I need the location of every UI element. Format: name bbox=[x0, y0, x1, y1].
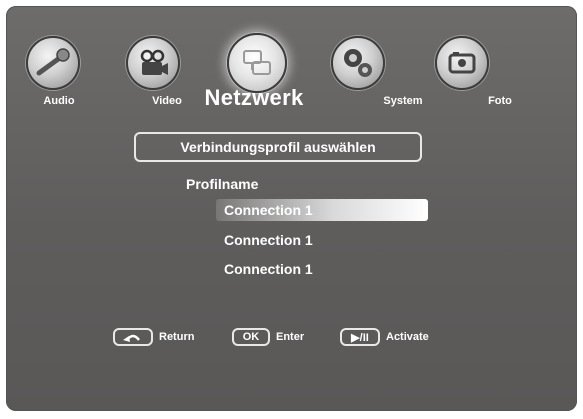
enter-hint: OK Enter bbox=[232, 326, 304, 348]
microphone-icon bbox=[36, 48, 70, 76]
return-hint: Return bbox=[113, 326, 194, 348]
enter-label: Enter bbox=[276, 331, 305, 343]
profile-list-item[interactable]: Connection 1 bbox=[216, 258, 428, 280]
projector-icon bbox=[140, 49, 168, 75]
video-tab[interactable] bbox=[126, 36, 180, 90]
return-arrow-icon bbox=[123, 334, 140, 342]
profile-select-header: Verbindungsprofil auswählen bbox=[134, 132, 422, 162]
play-pause-key[interactable]: ▶/II bbox=[340, 328, 380, 346]
system-label: System bbox=[383, 95, 423, 107]
profile-list-item[interactable]: Connection 1 bbox=[216, 199, 428, 221]
photo-icon bbox=[448, 52, 476, 74]
foto-label: Foto bbox=[488, 95, 512, 107]
activate-label: Activate bbox=[386, 331, 429, 343]
network-tab[interactable] bbox=[227, 33, 287, 93]
system-tab[interactable] bbox=[331, 36, 385, 90]
profile-name-label: Profilname bbox=[186, 176, 259, 192]
network-title: Netzwerk bbox=[204, 85, 304, 110]
return-label: Return bbox=[159, 331, 195, 343]
audio-label: Audio bbox=[43, 95, 75, 107]
audio-tab[interactable] bbox=[26, 36, 80, 90]
settings-screen: Audio Video Netzwerk System Foto Verbind… bbox=[6, 6, 577, 411]
profile-list-item[interactable]: Connection 1 bbox=[216, 229, 428, 251]
activate-hint: ▶/II Activate bbox=[340, 326, 429, 348]
network-icon bbox=[243, 50, 271, 75]
return-key[interactable] bbox=[113, 328, 153, 346]
gears-icon bbox=[344, 49, 372, 77]
ok-key[interactable]: OK bbox=[232, 328, 270, 346]
photo-tab[interactable] bbox=[435, 36, 489, 90]
